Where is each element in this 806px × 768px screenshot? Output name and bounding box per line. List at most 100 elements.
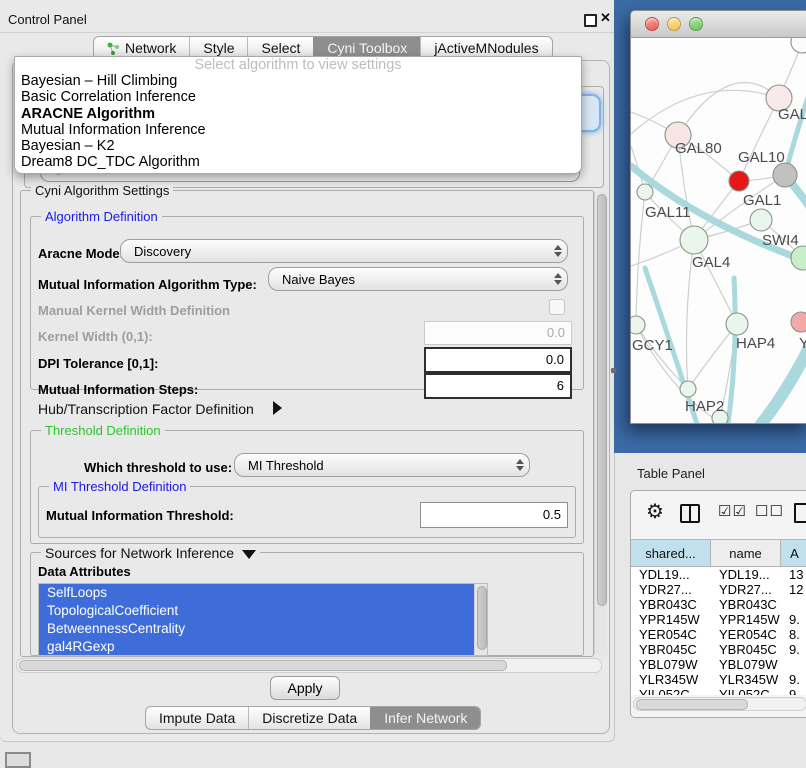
data-attributes-label: Data Attributes (38, 564, 131, 579)
table-toolbar: ⚙ ☑☑ ☐☐ (631, 491, 806, 539)
network-node-swi4[interactable] (791, 246, 806, 270)
network-edge[interactable] (688, 324, 737, 389)
algorithm-option[interactable]: Basic Correlation Inference (15, 89, 581, 105)
algorithm-option[interactable]: Bayesian – K2 (15, 138, 581, 154)
settings-vertical-scrollbar[interactable] (594, 192, 607, 655)
data-attribute-item[interactable]: BetweennessCentrality (39, 620, 487, 638)
algorithm-option[interactable]: Dream8 DC_TDC Algorithm (15, 154, 581, 170)
dpi-tolerance-field[interactable]: 0.0 (424, 347, 572, 373)
zoom-traffic-light-icon[interactable] (689, 17, 703, 31)
settings-gear-icon[interactable]: ⚙ (646, 502, 664, 522)
table-row[interactable]: YIL052CYIL052C9 (631, 687, 806, 695)
kernel-width-field[interactable]: 0.0 (424, 321, 572, 345)
table-row[interactable]: YBR043CYBR043C (631, 597, 806, 612)
checked-columns-icon[interactable]: ☑☑ (718, 502, 747, 520)
network-edge[interactable] (631, 90, 779, 134)
network-window-titlebar[interactable] (631, 11, 806, 38)
table-row[interactable]: YBL079WYBL079W (631, 657, 806, 672)
sources-title[interactable]: Sources for Network Inference (41, 545, 260, 561)
manual-kernel-checkbox[interactable] (549, 299, 565, 315)
combo-arrows-icon (549, 273, 567, 285)
network-node-gal4[interactable] (680, 226, 708, 254)
split-columns-icon[interactable] (680, 504, 700, 523)
table-cell: 9. (781, 642, 806, 657)
table-row[interactable]: YBR045CYBR045C9. (631, 642, 806, 657)
collapse-arrow-icon[interactable] (242, 550, 256, 559)
close-traffic-light-icon[interactable] (645, 17, 659, 31)
settings-horizontal-scrollbar-thumb[interactable] (19, 660, 507, 671)
algorithm-option[interactable]: ARACNE Algorithm (15, 106, 581, 122)
table-cell: YBR045C (711, 642, 781, 657)
network-edge-strong[interactable] (761, 348, 806, 423)
network-edge[interactable] (739, 98, 779, 181)
mi-threshold-field[interactable]: 0.5 (420, 502, 568, 528)
algorithm-option[interactable]: Mutual Information Inference (15, 122, 581, 138)
apply-button[interactable]: Apply (270, 676, 340, 700)
tab-label: Style (203, 40, 234, 56)
network-node-hap4[interactable] (726, 313, 748, 335)
data-attribute-item[interactable]: gal4RGexp (39, 638, 487, 656)
network-node[interactable] (791, 38, 806, 53)
new-table-icon[interactable] (794, 503, 806, 523)
table-row[interactable]: YLR345WYLR345W9. (631, 672, 806, 687)
control-panel-titlebar[interactable] (0, 7, 614, 33)
table-row[interactable]: YPR145WYPR145W9. (631, 612, 806, 627)
table-cell: YLR345W (631, 672, 711, 687)
tab-label: jActiveMNodules (434, 40, 538, 56)
attributes-scrollbar[interactable] (474, 584, 487, 655)
close-icon[interactable]: ✕ (600, 10, 611, 26)
collapsed-panel-chip[interactable] (5, 752, 31, 768)
network-node-label: SWI4 (762, 232, 799, 249)
network-node-hap2[interactable] (680, 381, 696, 397)
hub-definition-label[interactable]: Hub/Transcription Factor Definition (38, 401, 254, 417)
settings-vertical-scrollbar-thumb[interactable] (597, 194, 607, 606)
splitter-handle[interactable] (611, 368, 616, 373)
table-horizontal-scrollbar-thumb[interactable] (636, 699, 748, 710)
algorithm-dropdown-popup: Select algorithm to view settings Bayesi… (14, 56, 582, 174)
unchecked-columns-icon[interactable]: ☐☐ (755, 502, 784, 520)
kernel-width-label: Kernel Width (0,1): (38, 329, 153, 344)
table-cell: 13 (781, 567, 806, 582)
data-attributes-list[interactable]: SelfLoopsTopologicalCoefficientBetweenne… (38, 583, 488, 656)
aracne-mode-combo[interactable]: Discovery (120, 239, 568, 263)
network-node-gal11[interactable] (637, 184, 653, 200)
mi-type-combo[interactable]: Naive Bayes (268, 267, 568, 291)
table-cell: YDR27... (631, 582, 711, 597)
data-attribute-item[interactable]: SelfLoops (39, 584, 487, 602)
algorithm-option[interactable]: Bayesian – Hill Climbing (15, 73, 581, 89)
network-view-window: GALGAL80GAL10GAL1GAL11SWI4GAL4GCY1HAP4YH… (630, 10, 806, 424)
column-header-name[interactable]: name (711, 540, 781, 566)
table-cell: YBR043C (631, 597, 711, 612)
network-edge[interactable] (636, 192, 645, 325)
table-cell: YLR345W (711, 672, 781, 687)
network-graph[interactable]: GALGAL80GAL10GAL1GAL11SWI4GAL4GCY1HAP4YH… (631, 38, 806, 423)
settings-horizontal-scrollbar[interactable] (16, 658, 602, 673)
table-cell: 8. (781, 627, 806, 642)
screen: { "window": { "title": "Control Panel", … (0, 0, 806, 762)
table-panel-title: Table Panel (637, 466, 705, 481)
float-window-icon[interactable] (584, 14, 597, 27)
table-cell: YDL19... (631, 567, 711, 582)
network-canvas[interactable]: GALGAL80GAL10GAL1GAL11SWI4GAL4GCY1HAP4YH… (631, 38, 806, 423)
table-row[interactable]: YDR27...YDR27...12 (631, 582, 806, 597)
attributes-scrollbar-thumb[interactable] (477, 586, 487, 650)
table-cell: YER054C (711, 627, 781, 642)
table-row[interactable]: YER054CYER054C8. (631, 627, 806, 642)
network-node-gcy1[interactable] (631, 316, 645, 334)
minimize-traffic-light-icon[interactable] (667, 17, 681, 31)
network-node-y[interactable] (791, 312, 806, 332)
data-attribute-item[interactable]: TopologicalCoefficient (39, 602, 487, 620)
table-horizontal-scrollbar[interactable] (633, 697, 806, 711)
column-header-shared[interactable]: shared... (631, 540, 711, 566)
column-header-a[interactable]: A (781, 540, 806, 566)
mi-steps-field[interactable]: 6 (424, 373, 572, 399)
network-node-label: GAL10 (738, 149, 785, 166)
network-node[interactable] (729, 171, 749, 191)
table-row[interactable]: YDL19...YDL19...13 (631, 567, 806, 582)
table-cell: YBL079W (711, 657, 781, 672)
network-edge-strong[interactable] (728, 278, 735, 423)
which-threshold-combo[interactable]: MI Threshold (234, 453, 530, 477)
algorithm-definition-title: Algorithm Definition (41, 209, 162, 224)
network-node-gal10[interactable] (773, 163, 797, 187)
network-node-gal1[interactable] (750, 209, 772, 231)
